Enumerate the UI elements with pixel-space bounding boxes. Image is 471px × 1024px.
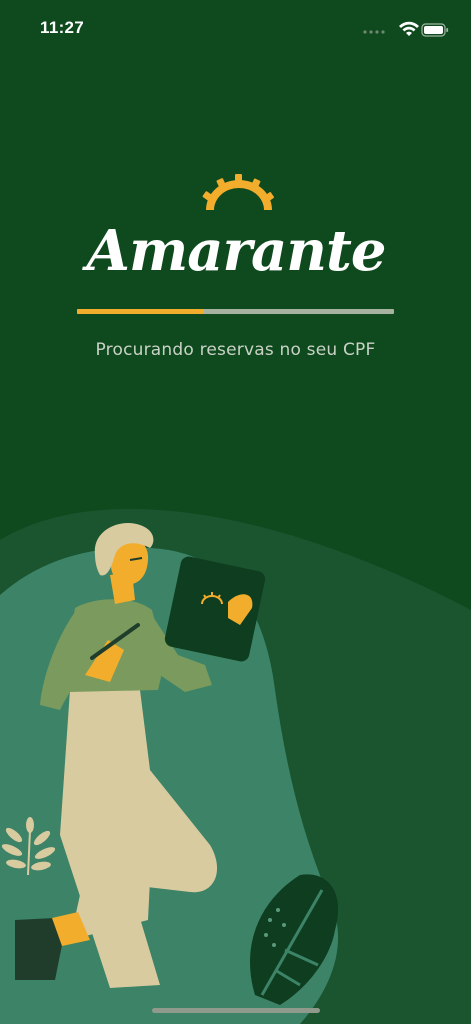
signal-dots-icon	[363, 30, 385, 34]
loading-message: Procurando reservas no seu CPF	[95, 340, 376, 360]
brand-logo: Amarante	[0, 170, 471, 295]
sun-icon	[202, 174, 274, 210]
home-indicator[interactable]	[152, 1008, 320, 1013]
status-time: 11:27	[40, 18, 85, 37]
logo-graphic: Amarante	[82, 174, 387, 284]
wifi-icon	[399, 21, 419, 36]
loading-progress-fill	[77, 309, 204, 314]
status-icons	[363, 21, 449, 37]
brand-wordmark: Amarante	[82, 218, 386, 284]
battery-icon	[421, 23, 449, 37]
splash-screen: 11:27 Amarante Procurando reservas no se…	[0, 0, 471, 1024]
shoe-left	[15, 918, 62, 980]
person-holding-tablet-illustration	[0, 508, 471, 1024]
status-bar: 11:27	[0, 0, 471, 60]
loading-progress-bar	[77, 309, 394, 314]
